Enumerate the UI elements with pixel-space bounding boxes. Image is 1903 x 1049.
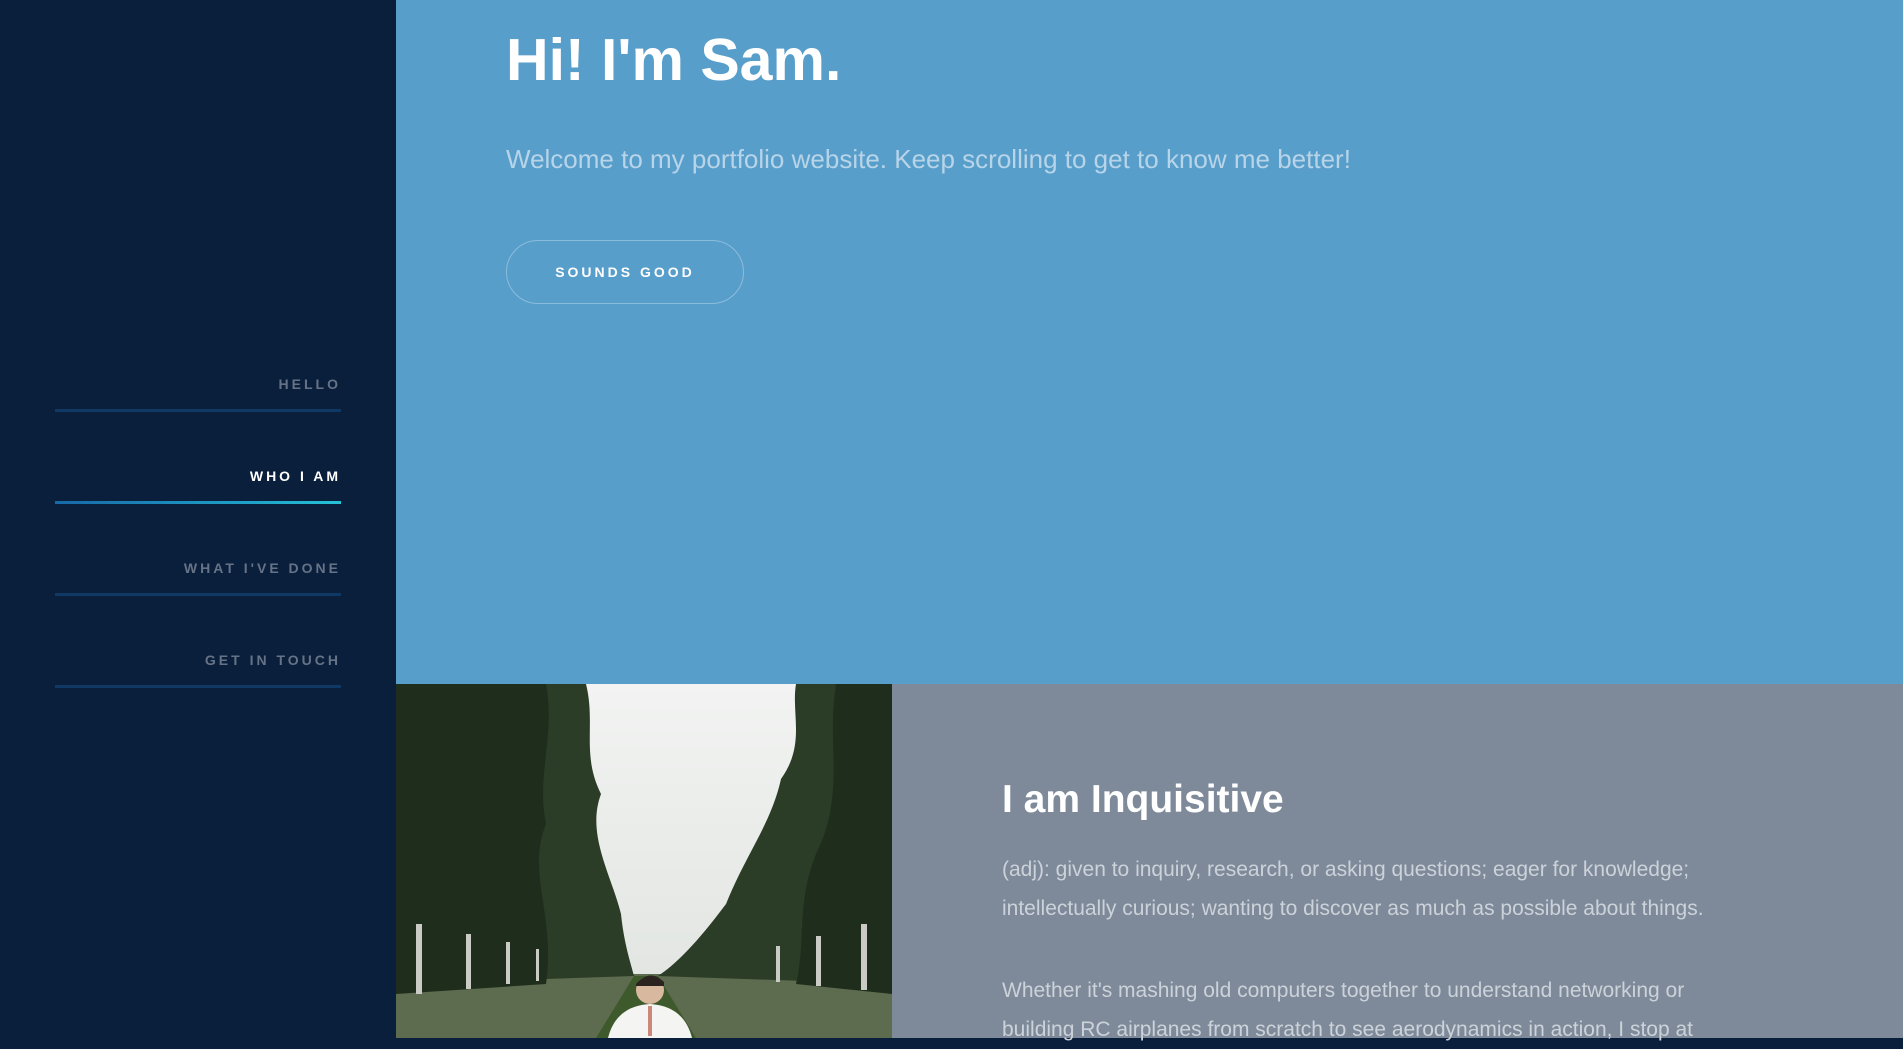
- nav-item-who-i-am[interactable]: WHO I AM: [55, 448, 341, 540]
- hero-subtitle: Welcome to my portfolio website. Keep sc…: [506, 144, 1351, 174]
- about-section: I am Inquisitive (adj): given to inquiry…: [892, 684, 1903, 1041]
- nav-underline: [55, 593, 341, 596]
- sidebar-nav: HELLO WHO I AM WHAT I'VE DONE GET IN TOU…: [55, 356, 341, 724]
- nav-item-get-in-touch[interactable]: GET IN TOUCH: [55, 632, 341, 724]
- sidebar: HELLO WHO I AM WHAT I'VE DONE GET IN TOU…: [0, 0, 396, 1038]
- nav-item-label: GET IN TOUCH: [204, 652, 341, 668]
- nav-item-hello[interactable]: HELLO: [55, 356, 341, 448]
- nav-item-what-ive-done[interactable]: WHAT I'VE DONE: [55, 540, 341, 632]
- about-body: Whether it's mashing old computers toget…: [1002, 979, 1694, 1041]
- about-title: I am Inquisitive: [1002, 778, 1284, 821]
- hero-title: Hi! I'm Sam.: [506, 27, 842, 93]
- hero-section: Hi! I'm Sam. Welcome to my portfolio web…: [396, 0, 1903, 684]
- nav-item-label: WHO I AM: [249, 468, 341, 484]
- nav-underline: [55, 685, 341, 688]
- about-definition: (adj): given to inquiry, research, or as…: [1002, 858, 1704, 920]
- nav-item-label: HELLO: [278, 376, 341, 392]
- sounds-good-button[interactable]: SOUNDS GOOD: [506, 240, 744, 304]
- nav-underline: [55, 409, 341, 412]
- nav-item-label: WHAT I'VE DONE: [183, 560, 341, 576]
- nav-underline-active: [55, 501, 341, 504]
- portrait-photo: [396, 684, 892, 1038]
